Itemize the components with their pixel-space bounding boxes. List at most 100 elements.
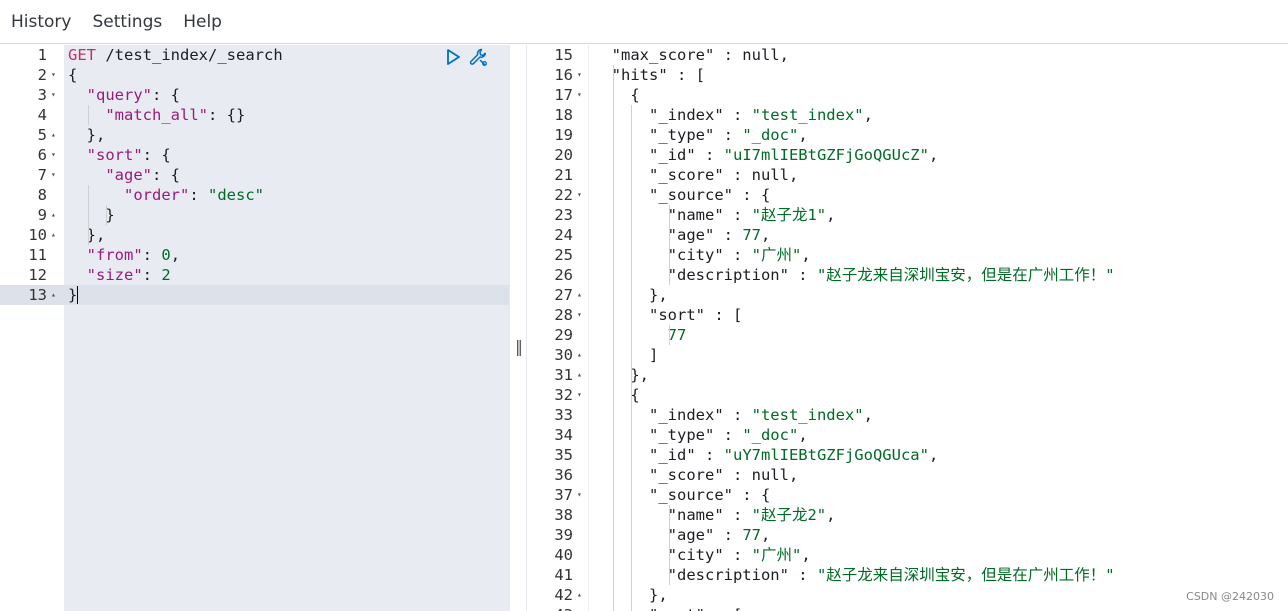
indent-guide — [669, 205, 670, 285]
response-line-number: 21 — [527, 165, 588, 185]
response-line-number: 15 — [527, 45, 588, 65]
request-code-line[interactable]: "order": "desc" — [68, 185, 264, 205]
play-icon[interactable] — [443, 47, 463, 67]
response-code-line: "description" : "赵子龙来自深圳宝安，但是在广州工作！" — [593, 266, 1115, 284]
response-line-number: 42 ▴ — [527, 585, 588, 605]
request-gutter: 1 2 ▾ 3 ▾ 4 5 ▴ 6 ▾ 7 ▾ 8 9 ▴ 10 ▴ 11 12 13 ▴ — [0, 45, 64, 611]
response-line-number: 24 — [527, 225, 588, 245]
watermark: CSDN @242030 — [1186, 590, 1274, 603]
response-code-line: "name" : "赵子龙2", — [593, 506, 836, 524]
response-line-number: 26 — [527, 265, 588, 285]
request-code-line[interactable]: "age": { — [68, 165, 180, 185]
line-number: 13 — [28, 286, 47, 304]
line-number: 12 — [28, 266, 47, 284]
request-code-area[interactable]: GET /test_index/_search{ "query": { "mat… — [64, 45, 509, 611]
indent-guide — [631, 105, 632, 611]
fold-open-icon[interactable]: ▾ — [577, 605, 582, 611]
line-number: 4 — [37, 106, 47, 124]
line-number: 35 — [554, 446, 573, 464]
response-line-number: 43 ▾ — [527, 605, 588, 611]
response-line-number: 23 — [527, 205, 588, 225]
line-number: 19 — [554, 126, 573, 144]
fold-close-icon[interactable]: ▴ — [51, 125, 56, 145]
line-number: 43 — [527, 605, 573, 611]
line-number: 5 — [37, 126, 47, 144]
line-number: 29 — [554, 326, 573, 344]
request-line-number: 12 — [0, 265, 64, 285]
request-code-line[interactable]: "query": { — [68, 85, 180, 105]
fold-open-icon[interactable]: ▾ — [577, 85, 582, 105]
fold-open-icon[interactable]: ▾ — [577, 185, 582, 205]
response-gutter: 15 16 ▾ 17 ▾ 18 19 20 21 22 ▾ 23 24 25 26 27 ▴ 28 ▾ 29 30 ▴ 31… — [527, 45, 589, 611]
request-line-number: 8 — [0, 185, 64, 205]
resize-grip-icon[interactable]: ‖ — [515, 337, 523, 356]
menu-item-help[interactable]: Help — [183, 12, 222, 32]
indent-guide — [613, 65, 614, 611]
response-line-number: 28 ▾ — [527, 305, 588, 325]
request-code-line[interactable]: }, — [68, 125, 106, 145]
indent-guide — [669, 505, 670, 585]
fold-open-icon[interactable]: ▾ — [51, 85, 56, 105]
response-viewer: 15 16 ▾ 17 ▾ 18 19 20 21 22 ▾ 23 24 25 26 27 ▴ 28 ▾ 29 30 ▴ 31… — [527, 45, 1288, 611]
line-number: 10 — [28, 226, 47, 244]
request-editor[interactable]: 1 2 ▾ 3 ▾ 4 5 ▴ 6 ▾ 7 ▾ 8 9 ▴ 10 ▴ 11 12 13 ▴ GET /test_inde… — [0, 45, 509, 611]
fold-open-icon[interactable]: ▾ — [51, 145, 56, 165]
response-line-number: 27 ▴ — [527, 285, 588, 305]
menu-item-history[interactable]: History — [11, 12, 71, 32]
line-number: 24 — [554, 226, 573, 244]
fold-close-icon[interactable]: ▴ — [577, 345, 582, 365]
request-code-line[interactable]: GET /test_index/_search — [68, 45, 283, 65]
response-line-number: 31 ▴ — [527, 365, 588, 385]
request-line-number: 3 ▾ — [0, 85, 64, 105]
response-line-number: 40 — [527, 545, 588, 565]
active-line-highlight — [64, 285, 509, 305]
request-code-line[interactable]: }, — [68, 225, 106, 245]
fold-close-icon[interactable]: ▴ — [51, 225, 56, 245]
line-number: 30 — [554, 346, 573, 364]
request-code-line[interactable]: } — [68, 285, 77, 305]
request-line-number: 6 ▾ — [0, 145, 64, 165]
indent-guide — [88, 185, 89, 245]
response-code-line: "_id" : "uY7mlIEBtGZFjGoQGUca", — [593, 446, 939, 464]
fold-open-icon[interactable]: ▾ — [51, 165, 56, 185]
response-code-line: "_type" : "_doc", — [593, 426, 808, 444]
request-line-number: 11 — [0, 245, 64, 265]
fold-open-icon[interactable]: ▾ — [577, 305, 582, 325]
response-line-number: 30 ▴ — [527, 345, 588, 365]
response-code-line: }, — [593, 366, 649, 384]
line-number: 31 — [554, 366, 573, 384]
fold-close-icon[interactable]: ▴ — [51, 205, 56, 225]
response-line-number: 16 ▾ — [527, 65, 588, 85]
fold-close-icon[interactable]: ▴ — [577, 365, 582, 385]
response-code-line: "description" : "赵子龙来自深圳宝安，但是在广州工作！" — [593, 566, 1115, 584]
fold-open-icon[interactable]: ▾ — [577, 385, 582, 405]
response-line-number: 38 — [527, 505, 588, 525]
fold-close-icon[interactable]: ▴ — [577, 585, 582, 605]
response-code-line: { — [593, 386, 640, 404]
response-code-line: "_index" : "test_index", — [593, 406, 873, 424]
response-line-number: 33 — [527, 405, 588, 425]
response-code-line: "sort" : [ — [593, 605, 742, 611]
response-code-line: "_type" : "_doc", — [593, 126, 808, 144]
line-number: 3 — [37, 86, 47, 104]
fold-open-icon[interactable]: ▾ — [577, 65, 582, 85]
response-line-number: 25 — [527, 245, 588, 265]
line-number: 1 — [37, 46, 47, 64]
request-code-line[interactable]: { — [68, 65, 77, 85]
request-code-line[interactable]: "size": 2 — [68, 265, 171, 285]
wrench-icon[interactable] — [468, 47, 488, 67]
fold-close-icon[interactable]: ▴ — [577, 285, 582, 305]
request-line-number: 5 ▴ — [0, 125, 64, 145]
response-code-line: "_score" : null, — [593, 166, 799, 184]
fold-close-icon[interactable]: ▴ — [51, 285, 56, 305]
response-line-number: 18 — [527, 105, 588, 125]
fold-open-icon[interactable]: ▾ — [577, 485, 582, 505]
request-code-line[interactable]: "from": 0, — [68, 245, 180, 265]
request-code-line[interactable]: "sort": { — [68, 145, 171, 165]
pane-resize-handle[interactable]: ‖ — [509, 45, 527, 611]
menu-item-settings[interactable]: Settings — [92, 12, 162, 32]
fold-open-icon[interactable]: ▾ — [51, 65, 56, 85]
request-code-line[interactable]: "match_all": {} — [68, 105, 245, 125]
request-code-line[interactable]: } — [68, 205, 114, 225]
response-line-number: 39 — [527, 525, 588, 545]
